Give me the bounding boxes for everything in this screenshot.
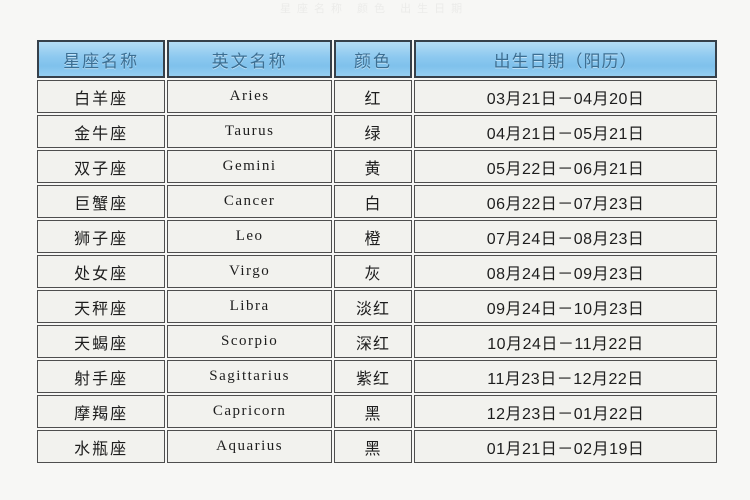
cell-date: 06月22日－07月23日 xyxy=(414,185,717,218)
cell-color: 绿 xyxy=(333,115,413,148)
cell-name: 射手座 xyxy=(37,360,166,393)
table-row: 水瓶座 Aquarius 黑 01月21日－02月19日 xyxy=(37,430,717,463)
cell-name: 天蝎座 xyxy=(37,325,166,358)
cell-color: 黑 xyxy=(333,430,413,463)
cell-en: Virgo xyxy=(167,255,332,288)
cell-color: 黑 xyxy=(333,395,413,428)
cell-color: 灰 xyxy=(333,255,413,288)
column-header-color: 颜色 xyxy=(333,40,413,78)
cell-color: 白 xyxy=(333,185,413,218)
cell-date: 12月23日－01月22日 xyxy=(414,395,717,428)
cell-date: 07月24日－08月23日 xyxy=(414,220,717,253)
cell-color: 红 xyxy=(333,80,413,113)
cell-color: 橙 xyxy=(333,220,413,253)
cell-color: 紫红 xyxy=(333,360,413,393)
cell-en: Cancer xyxy=(167,185,332,218)
cell-date: 09月24日－10月23日 xyxy=(414,290,717,323)
cell-en: Aries xyxy=(167,80,332,113)
cell-name: 摩羯座 xyxy=(37,395,166,428)
cell-name: 双子座 xyxy=(37,150,166,183)
cell-color: 淡红 xyxy=(333,290,413,323)
table-row: 天蝎座 Scorpio 深红 10月24日－11月22日 xyxy=(37,325,717,358)
cell-en: Libra xyxy=(167,290,332,323)
table-row: 金牛座 Taurus 绿 04月21日－05月21日 xyxy=(37,115,717,148)
cell-date: 01月21日－02月19日 xyxy=(414,430,717,463)
table-row: 摩羯座 Capricorn 黑 12月23日－01月22日 xyxy=(37,395,717,428)
table-row: 白羊座 Aries 红 03月21日－04月20日 xyxy=(37,80,717,113)
table-row: 狮子座 Leo 橙 07月24日－08月23日 xyxy=(37,220,717,253)
table-body: 白羊座 Aries 红 03月21日－04月20日 金牛座 Taurus 绿 04月21日－0… xyxy=(37,80,717,463)
table-row: 天秤座 Libra 淡红 09月24日－10月23日 xyxy=(37,290,717,323)
cell-en: Capricorn xyxy=(167,395,332,428)
cell-date: 10月24日－11月22日 xyxy=(414,325,717,358)
cell-color: 深红 xyxy=(333,325,413,358)
table-row: 处女座 Virgo 灰 08月24日－09月23日 xyxy=(37,255,717,288)
cell-name: 处女座 xyxy=(37,255,166,288)
cell-en: Gemini xyxy=(167,150,332,183)
cell-date: 11月23日－12月22日 xyxy=(414,360,717,393)
cell-name: 水瓶座 xyxy=(37,430,166,463)
header-row: 星座名称 英文名称 颜色 出生日期（阳历） xyxy=(37,40,717,78)
cell-color: 黄 xyxy=(333,150,413,183)
cell-name: 天秤座 xyxy=(37,290,166,323)
column-header-birth-date: 出生日期（阳历） xyxy=(414,40,717,78)
table-header: 星座名称 英文名称 颜色 出生日期（阳历） xyxy=(37,40,717,78)
cell-en: Scorpio xyxy=(167,325,332,358)
cell-name: 金牛座 xyxy=(37,115,166,148)
cell-en: Taurus xyxy=(167,115,332,148)
table-row: 双子座 Gemini 黄 05月22日－06月21日 xyxy=(37,150,717,183)
cell-en: Sagittarius xyxy=(167,360,332,393)
cell-name: 狮子座 xyxy=(37,220,166,253)
cell-date: 08月24日－09月23日 xyxy=(414,255,717,288)
cell-en: Aquarius xyxy=(167,430,332,463)
column-header-english-name: 英文名称 xyxy=(167,40,332,78)
table-row: 巨蟹座 Cancer 白 06月22日－07月23日 xyxy=(37,185,717,218)
column-header-chinese-name: 星座名称 xyxy=(37,40,166,78)
zodiac-table-container: 星座名称 英文名称 颜色 出生日期（阳历） 白羊座 Aries 红 03月21日－04… xyxy=(35,38,719,465)
clipped-previous-row-artifact: 星座名称 颜色 出生日期 xyxy=(280,3,469,14)
cell-en: Leo xyxy=(167,220,332,253)
cell-name: 白羊座 xyxy=(37,80,166,113)
zodiac-constellation-table: 星座名称 英文名称 颜色 出生日期（阳历） 白羊座 Aries 红 03月21日－04… xyxy=(35,38,719,465)
cell-date: 04月21日－05月21日 xyxy=(414,115,717,148)
cell-date: 05月22日－06月21日 xyxy=(414,150,717,183)
cell-name: 巨蟹座 xyxy=(37,185,166,218)
table-row: 射手座 Sagittarius 紫红 11月23日－12月22日 xyxy=(37,360,717,393)
cell-date: 03月21日－04月20日 xyxy=(414,80,717,113)
